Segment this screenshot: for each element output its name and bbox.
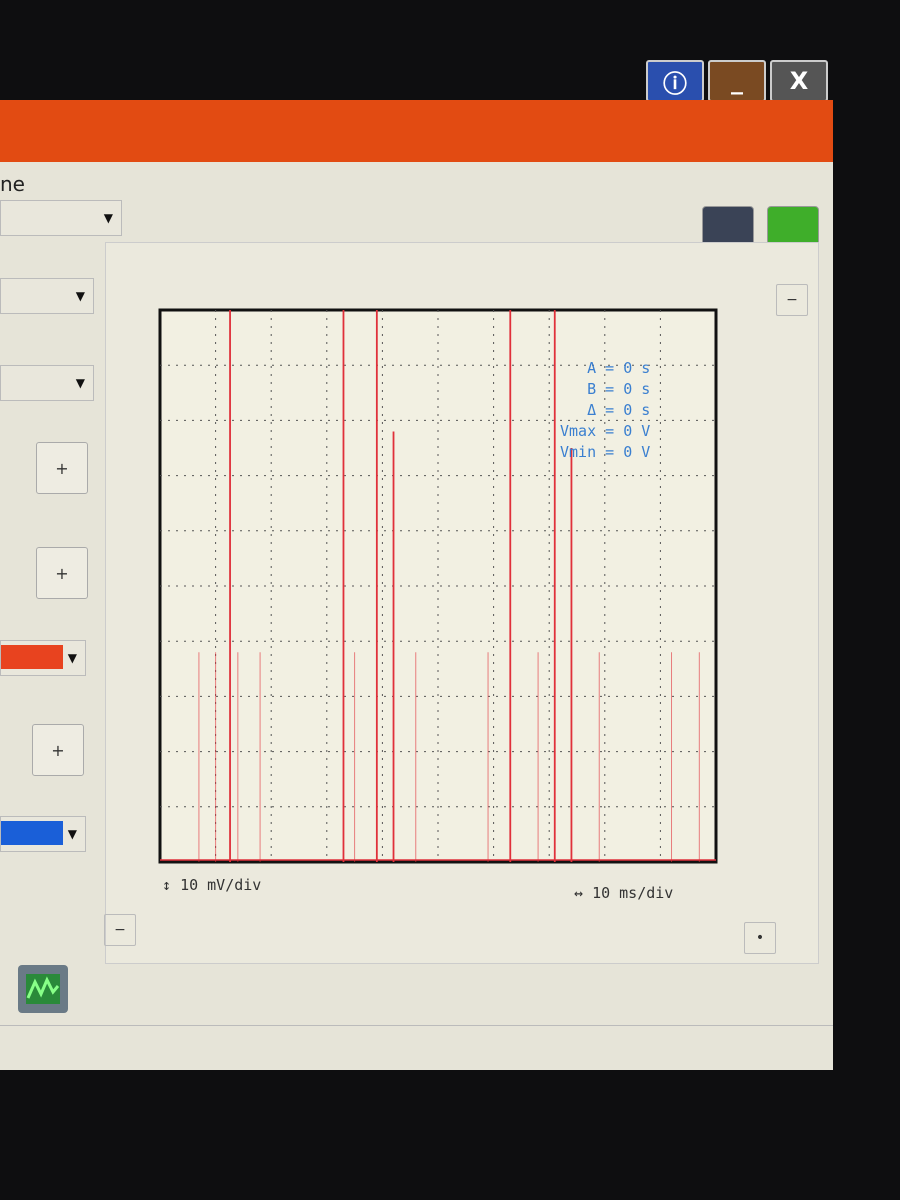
scroll-left-button[interactable]: − [104, 914, 136, 946]
source-select[interactable]: ▼ [0, 200, 122, 236]
horizontal-scale-label: 10 ms/div [592, 884, 674, 902]
channel-b-color-select[interactable]: ▼ [0, 816, 86, 852]
measure-vmax: Vmax = 0 V [560, 422, 651, 440]
color-swatch-blue [1, 821, 63, 845]
minimize-button[interactable]: _ [708, 60, 766, 102]
vertical-arrow-icon: ↕ [162, 876, 172, 894]
chevron-down-icon: ▼ [67, 651, 77, 665]
chevron-down-icon: ▼ [67, 827, 77, 841]
increase-button-1[interactable]: + [36, 442, 88, 494]
chevron-down-icon: ▼ [75, 289, 85, 303]
measure-delta: Δ = 0 s [587, 401, 651, 419]
channel-a-color-select[interactable]: ▼ [0, 640, 86, 676]
increase-button-3[interactable]: + [32, 724, 84, 776]
range-select[interactable]: ▼ [0, 365, 94, 401]
color-swatch-red [1, 645, 63, 669]
measure-a: A = 0 s [587, 359, 651, 377]
vertical-scale-label: 10 mV/div [180, 876, 262, 894]
increase-button-2[interactable]: + [36, 547, 88, 599]
measurements: A = 0 s B = 0 s Δ = 0 s Vmax = 0 V Vmin = 0 … [560, 358, 650, 463]
vertical-scale: ↕ 10 mV/div [162, 876, 261, 894]
field-label: ne [0, 172, 25, 196]
measure-vmin: Vmin = 0 V [560, 443, 651, 461]
measure-b: B = 0 s [587, 380, 651, 398]
divider [0, 1025, 833, 1026]
scroll-right-button[interactable]: • [744, 922, 776, 954]
waveform-icon [26, 974, 60, 1004]
scope-view-button[interactable] [18, 965, 68, 1013]
collapse-button[interactable]: − [776, 284, 808, 316]
horizontal-scale: ↔ 10 ms/div [574, 884, 673, 902]
info-button[interactable]: ⓘ [646, 60, 704, 102]
horizontal-arrow-icon: ↔ [574, 884, 584, 902]
mode-select[interactable]: ▼ [0, 278, 94, 314]
chevron-down-icon: ▼ [75, 376, 85, 390]
close-button[interactable]: X [770, 60, 828, 102]
chevron-down-icon: ▼ [103, 211, 113, 225]
title-bar [0, 100, 833, 162]
